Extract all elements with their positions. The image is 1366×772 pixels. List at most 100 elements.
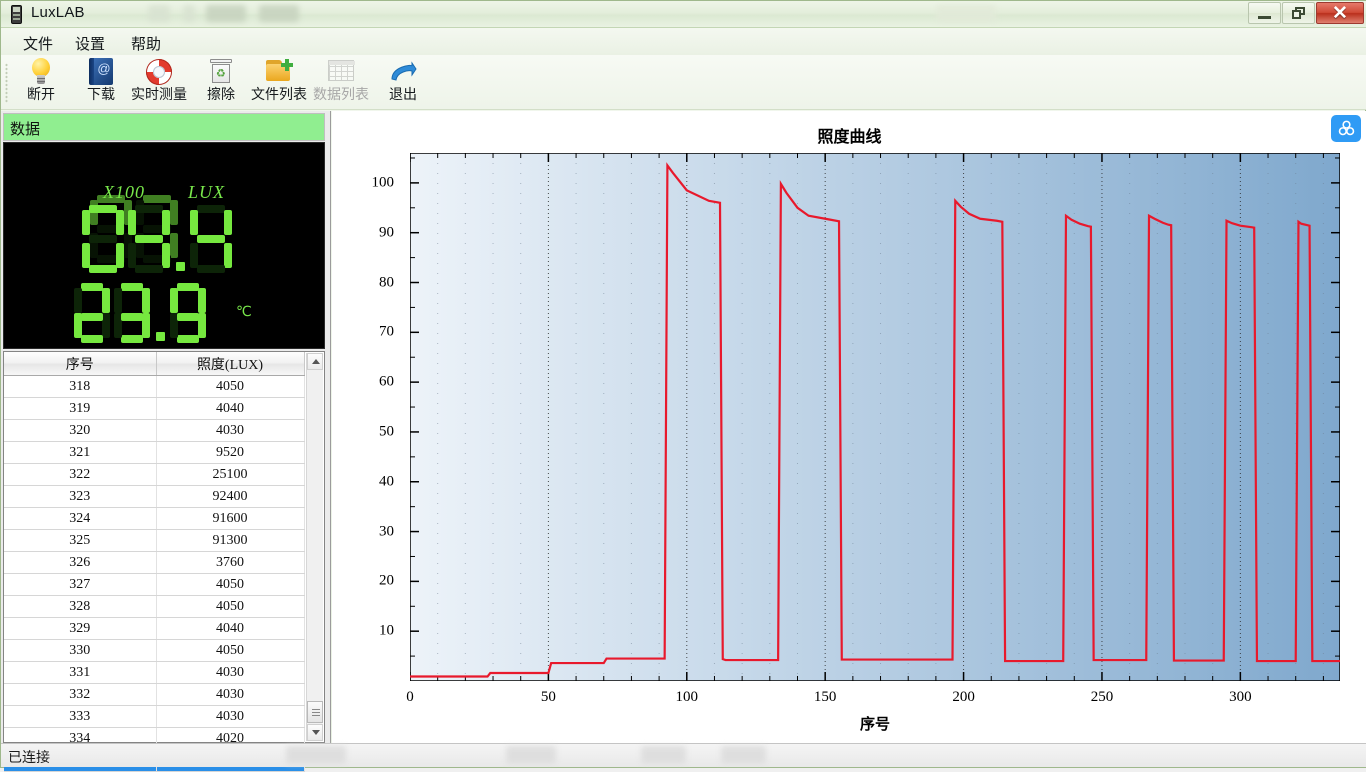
y-tick-label: 20 xyxy=(379,572,394,589)
table-row[interactable]: 329 4040 xyxy=(4,617,305,640)
menu-item-help[interactable]: 帮助 xyxy=(127,32,165,55)
status-bar: 已连接 xyxy=(1,743,1366,767)
cell-lux: 4030 xyxy=(156,419,305,442)
table-row[interactable]: 322 25100 xyxy=(4,463,305,486)
scrollbar-thumb[interactable] xyxy=(307,701,323,723)
toolbar-label-download: 下载 xyxy=(87,86,115,102)
y-tick-label: 90 xyxy=(379,224,394,241)
minimize-icon xyxy=(1258,15,1271,19)
toolbar-button-erase[interactable]: ♻ 擦除 xyxy=(193,57,249,107)
lcd-temperature-unit: ℃ xyxy=(236,303,252,319)
chart-x-ticks: 0 50 100 150 200 250 300 xyxy=(406,681,1340,711)
y-tick-label: 30 xyxy=(379,523,394,540)
lightbulb-icon xyxy=(13,57,69,87)
scroll-down-arrow-icon[interactable] xyxy=(307,724,323,741)
table-row[interactable]: 332 4030 xyxy=(4,683,305,706)
x-tick-label: 250 xyxy=(1090,689,1114,705)
chart-x-axis-label: 序号 xyxy=(859,716,890,733)
table-row[interactable]: 325 91300 xyxy=(4,529,305,552)
titlebar-ghost-4 xyxy=(259,5,299,22)
cell-index: 320 xyxy=(4,419,157,442)
chart-panel: 照度曲线 照度值(LUX) (10^3) 序号 1020304050607080… xyxy=(332,111,1366,745)
title-bar: LuxLAB ✕ xyxy=(1,1,1366,28)
menu-bar: 文件 设置 帮助 xyxy=(1,28,1366,55)
status-text: 已连接 xyxy=(8,749,50,765)
maximize-button[interactable] xyxy=(1282,2,1315,24)
y-tick-label: 70 xyxy=(379,323,394,340)
folder-add-icon xyxy=(251,57,307,87)
lcd-digit xyxy=(74,283,110,343)
data-table-container: 序号 照度(LUX) 318 4050 319 4040 320 4030 321 9520 3… xyxy=(3,351,325,772)
lcd-temperature-value xyxy=(74,283,210,343)
scroll-up-arrow-icon[interactable] xyxy=(307,353,323,370)
cell-index: 329 xyxy=(4,617,157,640)
column-header-lux[interactable]: 照度(LUX) xyxy=(156,352,305,376)
titlebar-ghost-2 xyxy=(183,5,195,22)
cell-index: 318 xyxy=(4,375,157,398)
toolbar-button-data-list: 数据列表 xyxy=(313,57,369,107)
toolbar-grip[interactable] xyxy=(5,63,8,103)
toolbar-button-realtime[interactable]: 实时测量 xyxy=(131,57,187,107)
menu-item-file[interactable]: 文件 xyxy=(19,32,57,55)
table-scrollbar[interactable] xyxy=(306,353,323,741)
toolbar-label-file-list: 文件列表 xyxy=(251,86,307,102)
close-icon: ✕ xyxy=(1332,2,1348,24)
cell-index: 325 xyxy=(4,529,157,552)
table-row[interactable]: 330 4050 xyxy=(4,639,305,662)
menu-item-settings[interactable]: 设置 xyxy=(71,32,109,55)
x-tick-label: 0 xyxy=(406,689,414,705)
book-at-icon: @ xyxy=(73,57,129,87)
table-row[interactable]: 326 3760 xyxy=(4,551,305,574)
toolbar-label-exit: 退出 xyxy=(389,86,417,102)
trash-icon: ♻ xyxy=(193,57,249,87)
data-panel: 数据 X100 LUX ℃ 序号 照度(LUX) 318 4050 319 40… xyxy=(1,111,331,772)
chart-plot-area: 照度值(LUX) (10^3) 序号 102030405060708090100… xyxy=(372,153,1340,733)
cell-lux: 4050 xyxy=(156,639,305,662)
restore-icon xyxy=(1292,7,1305,19)
table-row[interactable]: 320 4030 xyxy=(4,419,305,442)
column-header-index[interactable]: 序号 xyxy=(4,352,157,376)
table-row[interactable]: 333 4030 xyxy=(4,705,305,728)
y-tick-label: 100 xyxy=(371,174,395,191)
lcd-decimal-point xyxy=(154,283,170,343)
cell-index: 333 xyxy=(4,705,157,728)
cell-index: 324 xyxy=(4,507,157,530)
cell-index: 326 xyxy=(4,551,157,574)
toolbar-button-file-list[interactable]: 文件列表 xyxy=(251,57,307,107)
y-tick-label: 80 xyxy=(379,274,394,290)
toolbar-label-data-list: 数据列表 xyxy=(313,86,369,102)
table-row[interactable]: 323 92400 xyxy=(4,485,305,508)
x-tick-label: 50 xyxy=(540,689,556,705)
toolbar-button-disconnect[interactable]: 断开 xyxy=(13,57,69,107)
cell-lux: 25100 xyxy=(156,463,305,486)
table-row[interactable]: 328 4050 xyxy=(4,595,305,618)
close-button[interactable]: ✕ xyxy=(1316,2,1364,24)
table-row[interactable]: 324 91600 xyxy=(4,507,305,530)
cell-lux: 4050 xyxy=(156,573,305,596)
toolbar-button-exit[interactable]: 退出 xyxy=(375,57,431,107)
cell-index: 332 xyxy=(4,683,157,706)
data-table: 序号 照度(LUX) 318 4050 319 4040 320 4030 321 9520 3… xyxy=(4,352,305,772)
cell-lux: 4030 xyxy=(156,705,305,728)
x-tick-label: 150 xyxy=(813,689,837,705)
statusbar-ghost-4 xyxy=(721,746,766,764)
table-row[interactable]: 318 4050 xyxy=(4,375,305,398)
table-row[interactable]: 327 4050 xyxy=(4,573,305,596)
lcd-digit xyxy=(82,205,124,273)
cell-index: 327 xyxy=(4,573,157,596)
cell-lux: 4040 xyxy=(156,617,305,640)
table-row[interactable]: 319 4040 xyxy=(4,397,305,420)
table-row[interactable]: 321 9520 xyxy=(4,441,305,464)
toolbar-button-download[interactable]: @ 下载 xyxy=(73,57,129,107)
cell-lux: 4050 xyxy=(156,375,305,398)
y-tick-label: 50 xyxy=(379,423,394,440)
minimize-button[interactable] xyxy=(1248,2,1281,24)
lcd-digit xyxy=(170,283,206,343)
titlebar-ghost-1 xyxy=(148,5,170,22)
luxlab-window: LuxLAB ✕ 文件 设置 帮助 断开 @ 下载 实时测量 ♻ 擦除 文件列表… xyxy=(0,0,1366,772)
table-row[interactable]: 331 4030 xyxy=(4,661,305,684)
cloud-share-icon[interactable] xyxy=(1331,115,1361,142)
lifering-icon xyxy=(131,57,187,87)
y-tick-label: 60 xyxy=(379,373,394,390)
cell-lux: 3760 xyxy=(156,551,305,574)
